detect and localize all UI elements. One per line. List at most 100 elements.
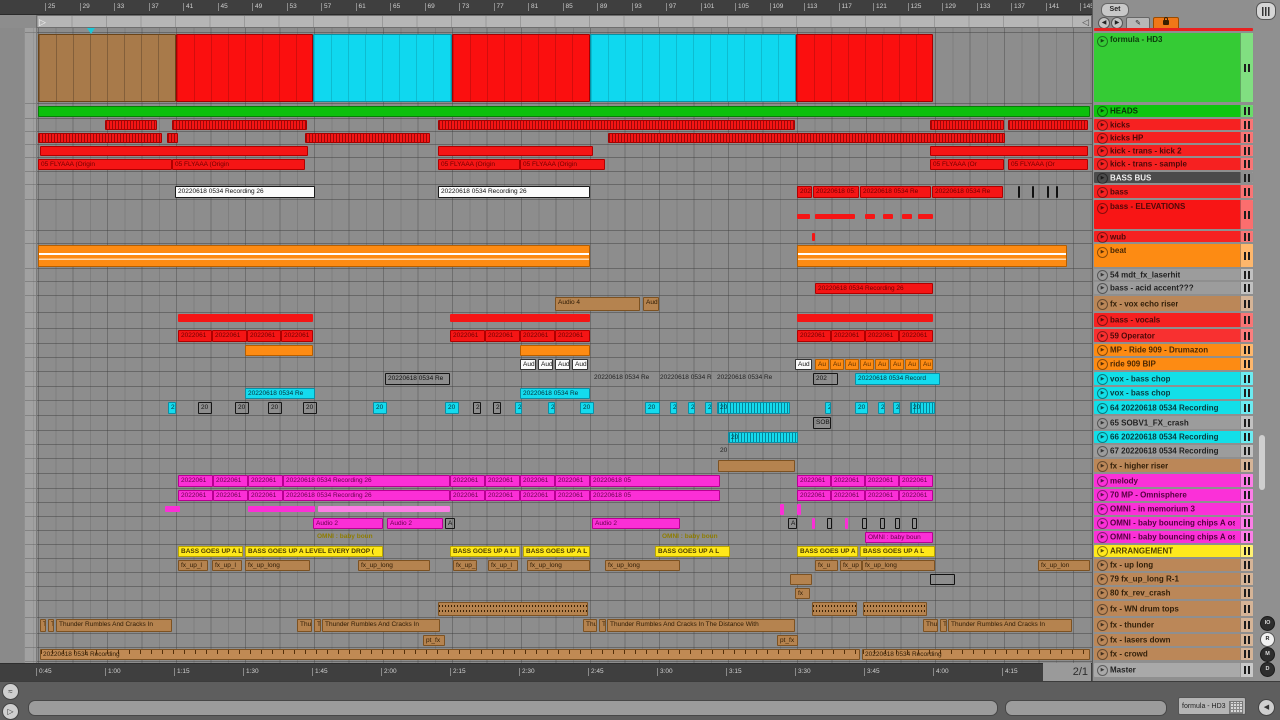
clip[interactable]: fx [795,588,810,599]
clip[interactable]: Audio 4 [555,297,640,311]
clip[interactable] [895,518,900,529]
clip[interactable] [880,518,885,529]
clip[interactable] [827,518,832,529]
clip[interactable] [38,106,1090,117]
clip[interactable] [862,518,867,529]
clip[interactable]: BASS GOES UP A LEVEL EVERY DROP ( [245,546,383,557]
clip[interactable]: fx_up_l [488,560,518,571]
clip[interactable]: 20 [645,402,660,414]
clip[interactable]: 2022061 [555,475,590,487]
clip[interactable]: 2022061 [520,490,555,501]
clip[interactable]: BASS GOES UP A L [860,546,935,557]
clip[interactable]: 20220618 0534 Re [715,373,795,385]
clip[interactable]: 2022061 [797,475,831,487]
track-header[interactable]: ▶ 65 SOBV1_FX_crash [1094,416,1253,429]
clip[interactable]: 2022061 [555,490,590,501]
clip[interactable]: 20220618 0534 Recording [40,649,860,660]
track-header[interactable]: ▶ 54 mdt_fx_laserhit [1094,269,1253,281]
clip[interactable]: BASS GOES UP A L [655,546,730,557]
clip[interactable]: pt_fx [777,635,798,646]
track-header[interactable]: ▶ BASS BUS [1094,172,1253,184]
clip[interactable]: 20 [580,402,594,414]
clip[interactable]: 05 FLYAAA (Or [930,159,1004,170]
clip[interactable]: 20 [303,402,317,414]
clip[interactable]: 202 [797,186,812,198]
clip[interactable]: pt_fx [423,635,445,646]
clip[interactable] [812,518,815,529]
clip[interactable] [105,120,157,130]
clip[interactable]: 2022061 [520,475,555,487]
clip[interactable]: Au [920,359,933,370]
track-play-icon[interactable]: ▶ [1097,490,1108,501]
track-header[interactable]: ▶ fx - lasers down [1094,634,1253,646]
track-play-icon[interactable]: ▶ [1097,330,1108,342]
clip[interactable]: fx_up_long [605,560,680,571]
clip[interactable] [812,233,815,241]
clip[interactable]: T [314,619,321,632]
clip[interactable] [1032,186,1034,198]
track-play-icon[interactable]: ▶ [1097,588,1108,599]
clip[interactable]: 20220618 0534 Re [245,388,315,399]
track-header[interactable]: ▶ kick - trans - kick 2 [1094,145,1253,157]
mixer-toggle-button[interactable] [1256,2,1276,20]
track-play-icon[interactable]: ▶ [1097,186,1108,198]
track-header[interactable]: ▶ fx - thunder [1094,618,1253,632]
clip[interactable]: Thunder Rumbles And Cracks In The Distan… [607,619,795,632]
clip[interactable] [718,460,795,472]
clip[interactable]: 2 [670,402,677,414]
clip[interactable]: Au [890,359,904,370]
clip[interactable]: Thu [923,619,938,632]
clip[interactable]: 2022061 [831,330,865,342]
clip[interactable]: Au [860,359,874,370]
clip[interactable]: BASS GOES UP A LI [450,546,520,557]
clip[interactable]: 20 [855,402,868,414]
time-signature-box[interactable]: 2/1 [1043,663,1091,681]
track-header[interactable] [1094,28,1253,31]
track-header[interactable]: ▶ bass [1094,185,1253,198]
track-play-icon[interactable]: ▶ [1097,665,1108,676]
clip[interactable]: 20 [268,402,282,414]
clip[interactable]: Au [845,359,859,370]
clip[interactable]: A [445,518,455,529]
track-play-icon[interactable]: ▶ [1097,388,1108,399]
status-field-1[interactable] [28,700,998,716]
track-header[interactable]: ▶ bass - vocals [1094,313,1253,327]
insert-marker-top-icon[interactable] [87,28,95,34]
clip[interactable] [167,133,178,143]
clip[interactable] [797,245,1067,267]
play-circle-button[interactable]: ▷ [2,703,19,720]
clip[interactable]: 2022061 [520,330,555,342]
clip[interactable]: 05 FLYAAA (Origin [172,159,305,170]
clip[interactable] [318,506,450,512]
clip[interactable]: Au [875,359,889,370]
fold-panel-button[interactable]: ◀ [1258,699,1275,716]
clip[interactable]: 2022061 [248,475,283,487]
clip[interactable]: fx_u [815,560,838,571]
clip[interactable]: 20220618 0534 Recording 26 [815,283,933,294]
track-header[interactable]: ▶ kick - trans - sample [1094,158,1253,170]
track-header[interactable]: ▶ bass - ELEVATIONS [1094,200,1253,229]
clip[interactable]: 20220618 0534 Re [860,186,931,198]
track-header[interactable]: ▶ MP - Ride 909 - Drumazon [1094,344,1253,356]
clip[interactable] [38,245,590,267]
clip[interactable] [178,314,313,322]
clip[interactable] [796,34,933,102]
clip[interactable]: Thu [583,619,597,632]
clip[interactable]: fx_up_l [178,560,208,571]
clip[interactable] [38,34,176,102]
clip[interactable]: Aud [520,359,536,370]
clip[interactable] [305,133,430,143]
clip[interactable] [172,120,307,130]
clip[interactable]: 20220618 05: [813,186,859,198]
track-play-icon[interactable]: ▶ [1097,298,1108,310]
clip[interactable] [313,34,452,102]
clip[interactable]: 2022061 [213,490,248,501]
clip[interactable]: Aud [572,359,588,370]
track-header[interactable]: ▶ melody [1094,474,1253,487]
track-header[interactable]: ▶ formula - HD3 [1094,33,1253,102]
clip[interactable]: 2022061 [865,475,899,487]
track-play-icon[interactable]: ▶ [1097,635,1108,646]
clip[interactable]: 2022061 [247,330,281,342]
clip[interactable]: 20 [718,446,732,457]
clip[interactable] [1018,186,1020,198]
